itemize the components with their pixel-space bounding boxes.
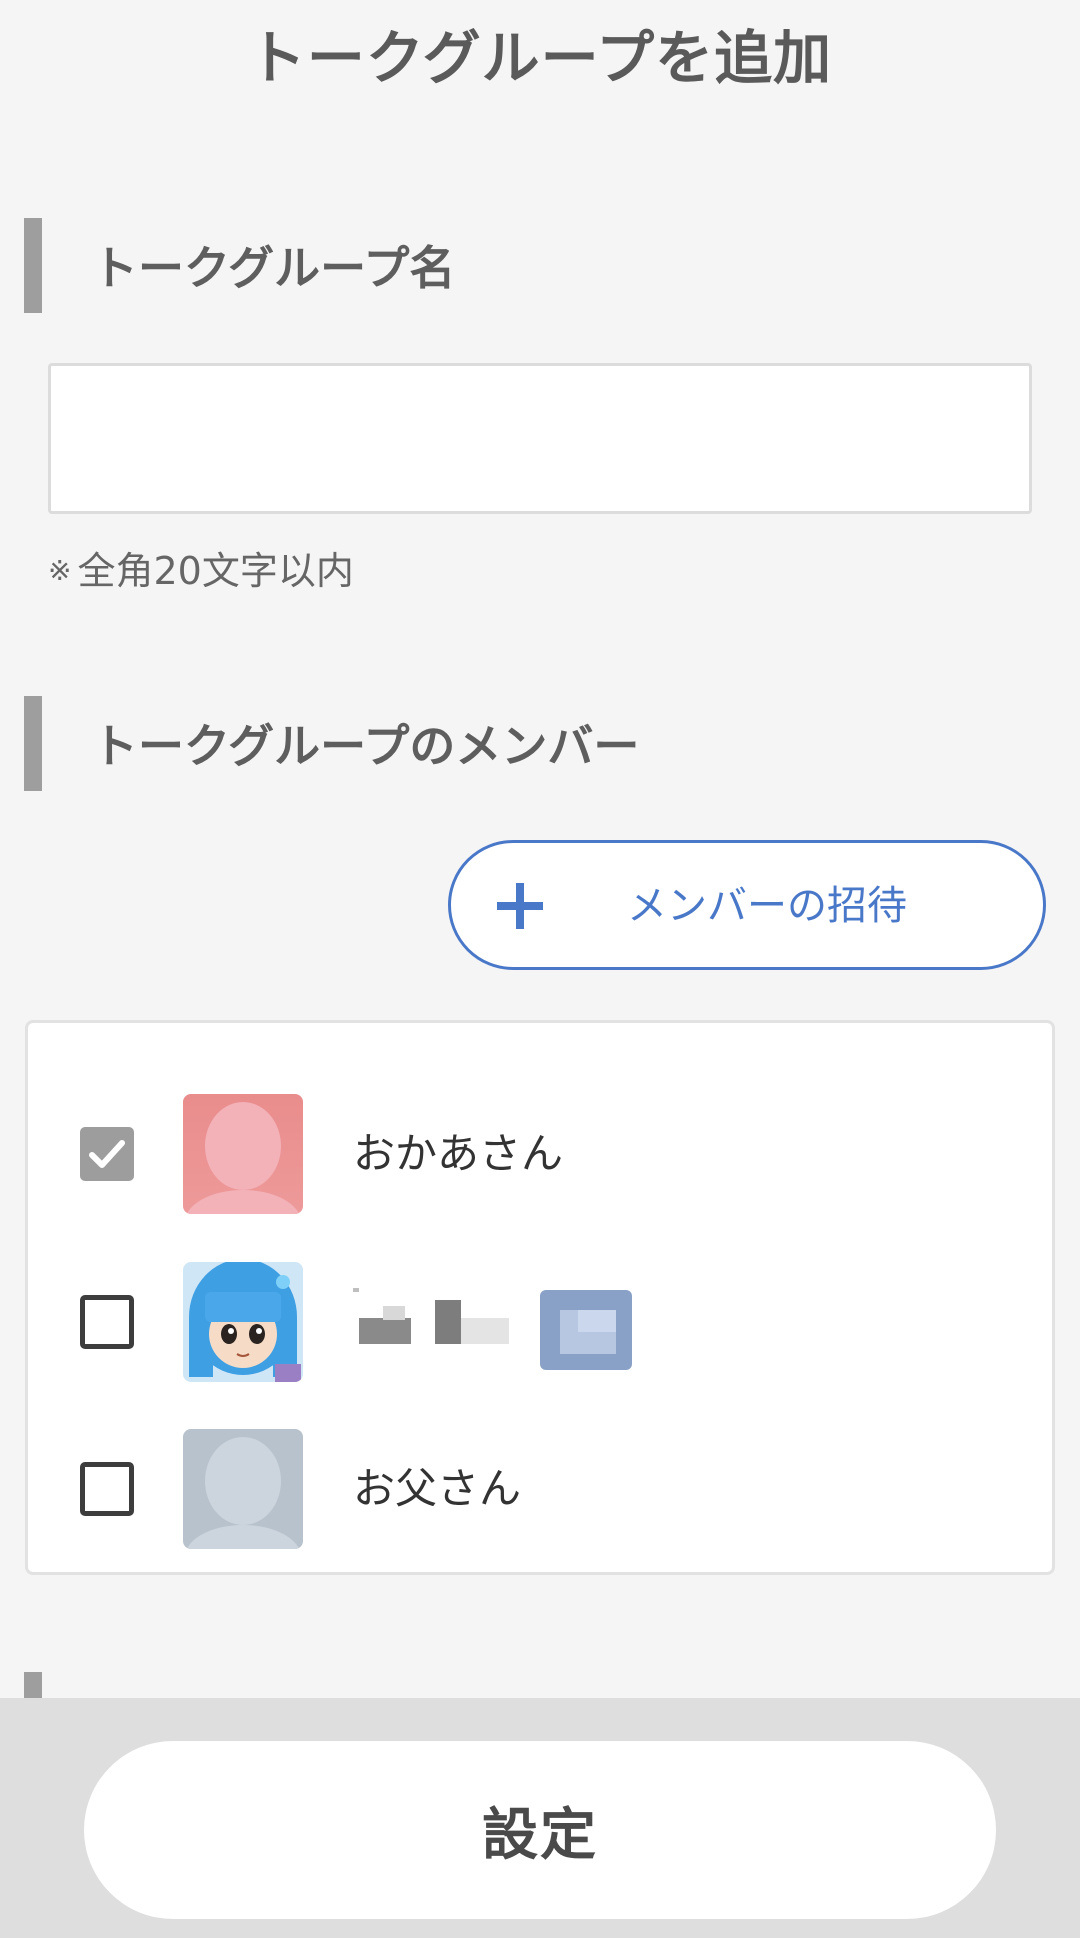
group-name-heading: トークグループ名 — [92, 241, 456, 295]
section-marker — [24, 1672, 42, 1698]
pixelated-name-image — [353, 1288, 632, 1370]
members-heading: トークグループのメンバー — [92, 719, 640, 773]
member-list: おかあさん お父さん — [25, 1020, 1055, 1575]
avatar — [183, 1429, 303, 1549]
avatar — [183, 1094, 303, 1214]
submit-button[interactable]: 設定 — [84, 1741, 996, 1919]
invite-button-label: メンバーの招待 — [627, 883, 907, 929]
group-name-input[interactable] — [48, 363, 1032, 514]
member-name: おかあさん — [353, 1129, 564, 1178]
hint-text: 全角20文字以内 — [77, 549, 354, 593]
character-avatar-icon — [183, 1262, 303, 1382]
checkmark-icon — [89, 1140, 125, 1168]
note-mark: ※ — [48, 554, 72, 587]
person-icon — [183, 1094, 303, 1214]
plus-icon — [497, 883, 543, 929]
member-checkbox-checked[interactable] — [80, 1127, 134, 1181]
section-marker — [24, 218, 42, 313]
page-title: トークグループを追加 — [247, 24, 833, 92]
member-checkbox[interactable] — [80, 1295, 134, 1349]
person-icon — [183, 1429, 303, 1549]
invite-member-button[interactable]: メンバーの招待 — [448, 840, 1046, 970]
member-row[interactable] — [28, 1248, 1052, 1398]
member-row[interactable]: おかあさん — [28, 1080, 1052, 1230]
character-limit-hint: ※ 全角20文字以内 — [48, 546, 354, 596]
obscured-member-name — [353, 1288, 653, 1378]
member-row[interactable]: お父さん — [28, 1415, 1052, 1565]
section-marker — [24, 696, 42, 791]
member-checkbox[interactable] — [80, 1462, 134, 1516]
avatar — [183, 1262, 303, 1382]
member-name: お父さん — [353, 1464, 522, 1513]
